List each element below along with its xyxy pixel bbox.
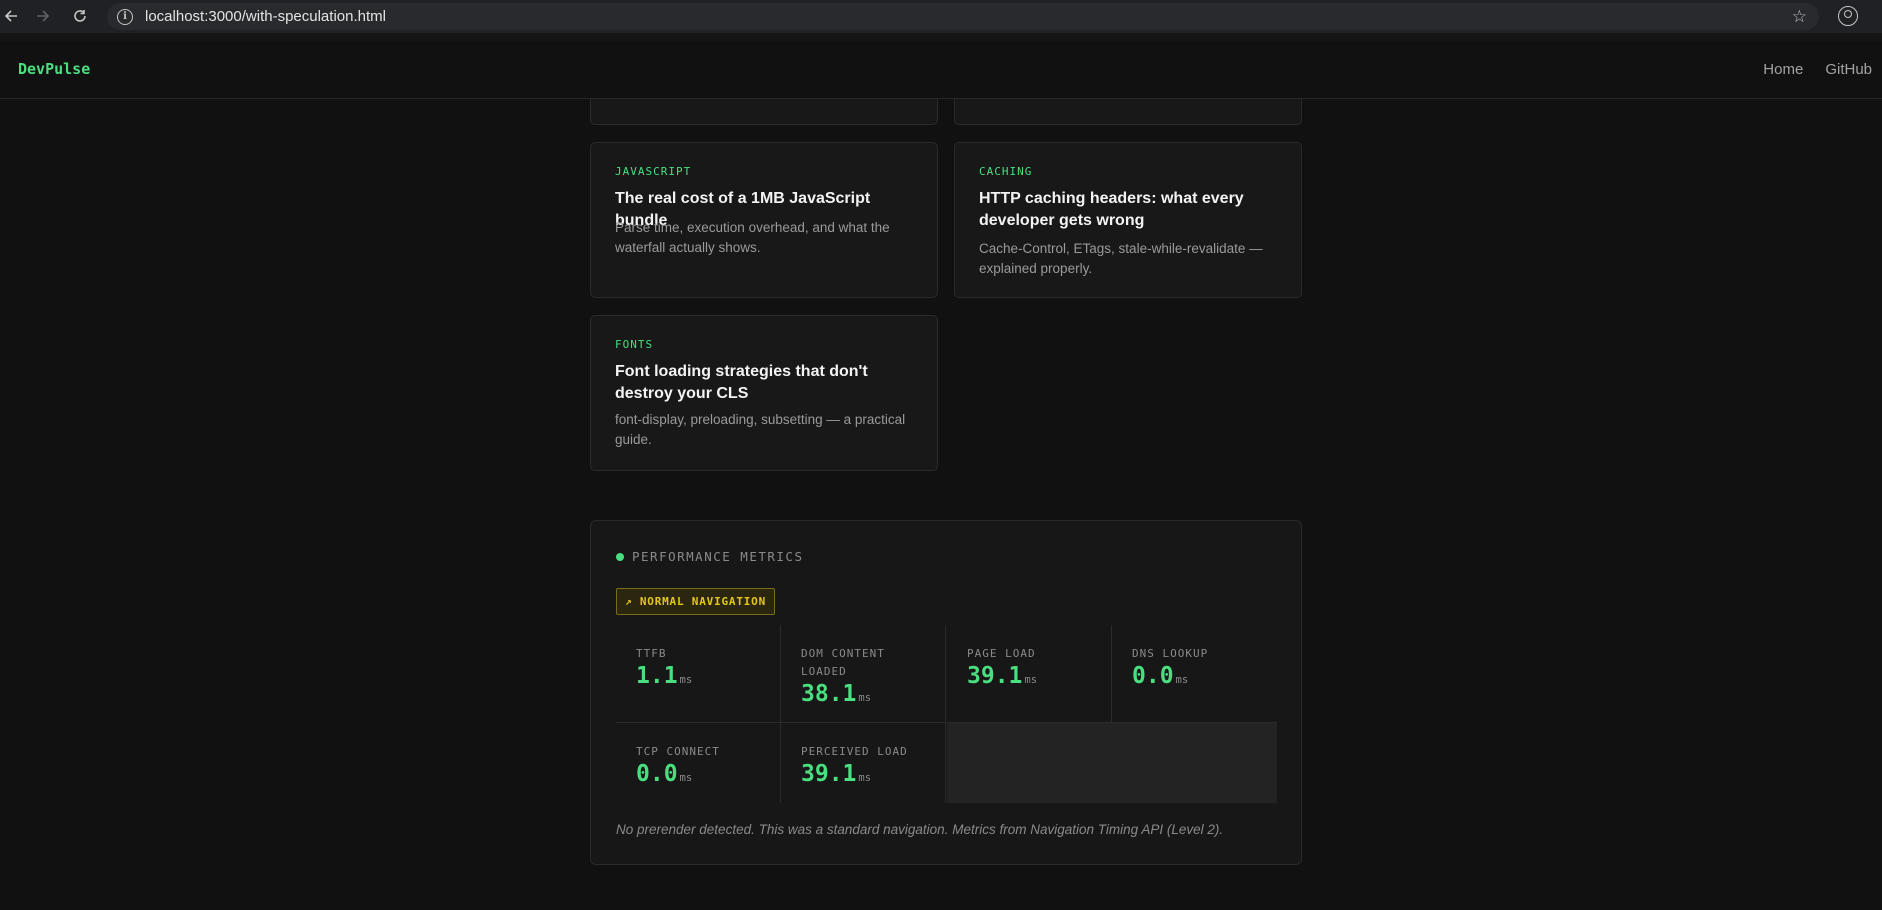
profile-icon[interactable] [1838,6,1858,26]
metric-label: DOM CONTENT LOADED [801,647,885,678]
metrics-note: No prerender detected. This was a standa… [616,822,1224,837]
article-card-caching[interactable]: CACHING HTTP caching headers: what every… [954,142,1302,298]
metric-value: 39.1 ms [801,761,872,787]
metric-value: 1.1 ms [636,663,693,689]
nav-home-link[interactable]: Home [1763,61,1803,78]
reload-icon [74,10,86,22]
arrow-right-icon [37,10,50,22]
article-description: font-display, preloading, subsetting — a… [615,412,906,447]
metric-dom-content-loaded: DOM CONTENT LOADED 38.1 ms [781,625,946,723]
metrics-empty-cell [947,723,1277,803]
metric-label: TTFB [636,647,667,660]
reload-button[interactable] [69,5,91,27]
nav-github-link[interactable]: GitHub [1825,61,1872,78]
toolbar-divider [0,33,1882,41]
metric-label: PERCEIVED LOAD [801,745,908,758]
article-tag: JAVASCRIPT [615,165,692,178]
site-info-icon[interactable]: i [117,8,133,25]
address-bar[interactable]: i localhost:3000/with-speculation.html ☆ [107,3,1819,30]
article-description: Parse time, execution overhead, and what… [615,220,890,255]
metric-page-load: PAGE LOAD 39.1 ms [947,625,1112,723]
metric-label: TCP CONNECT [636,745,720,758]
metric-label: PAGE LOAD [967,647,1036,660]
url-text: localhost:3000/with-speculation.html [145,8,386,25]
metric-value: 0.0 ms [1132,663,1189,689]
article-card-javascript[interactable]: JAVASCRIPT The real cost of a 1MB JavaSc… [590,142,938,298]
metric-dns-lookup: DNS LOOKUP 0.0 ms [1112,625,1277,723]
back-button[interactable] [0,5,22,27]
forward-button[interactable] [32,5,54,27]
metric-value: 38.1 ms [801,681,872,707]
article-title: HTTP caching headers: what every develop… [979,190,1244,229]
metrics-grid: TTFB 1.1 ms DOM CONTENT LOADED 38.1 ms PAG… [616,625,1277,803]
metrics-title: PERFORMANCE METRICS [632,549,804,564]
performance-metrics-panel: PERFORMANCE METRICS ↗ NORMAL NAVIGATION … [590,520,1302,865]
main-nav: Home GitHub [1763,61,1872,78]
metric-value: 0.0 ms [636,761,693,787]
navigation-type-badge: ↗ NORMAL NAVIGATION [616,588,776,615]
article-tag: FONTS [615,338,654,351]
metric-perceived-load: PERCEIVED LOAD 39.1 ms [781,723,946,803]
metric-tcp-connect: TCP CONNECT 0.0 ms [616,723,781,803]
arrow-left-icon [4,10,17,22]
brand-logo[interactable]: DevPulse [18,60,90,78]
metric-ttfb: TTFB 1.1 ms [616,625,781,723]
star-icon[interactable]: ☆ [1792,7,1807,27]
status-dot-icon [616,552,624,561]
article-description: Cache-Control, ETags, stale-while-revali… [979,241,1263,276]
metric-label: DNS LOOKUP [1132,647,1209,660]
metric-value: 39.1 ms [967,663,1038,689]
article-title: Font loading strategies that don't destr… [615,363,868,402]
article-tag: CACHING [979,165,1033,178]
browser-toolbar: i localhost:3000/with-speculation.html ☆ [0,0,1882,33]
metrics-header: PERFORMANCE METRICS [616,549,804,564]
article-card-fonts[interactable]: FONTS Font loading strategies that don't… [590,315,938,471]
site-header: DevPulse Home GitHub [0,41,1882,99]
